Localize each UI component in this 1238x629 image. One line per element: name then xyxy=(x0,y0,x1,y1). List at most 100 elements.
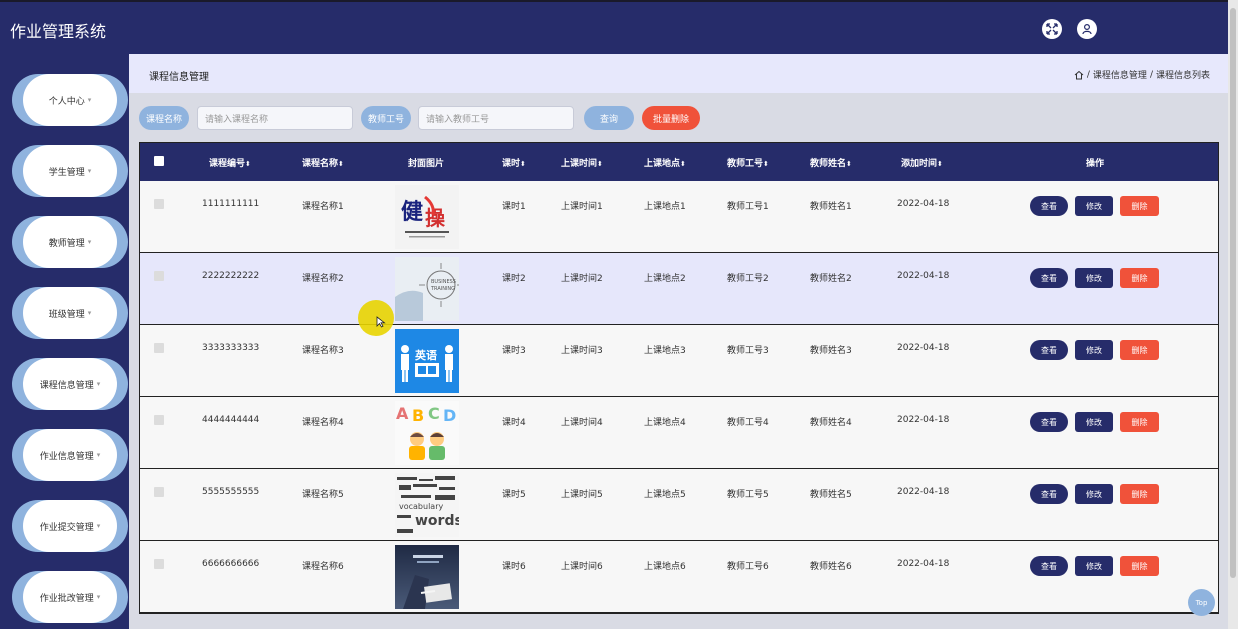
home-icon[interactable] xyxy=(1074,70,1084,80)
cell-teacher-name: 教师姓名3 xyxy=(810,346,852,356)
delete-button[interactable]: 删除 xyxy=(1120,268,1159,288)
sidebar-item-homework-info[interactable]: 作业信息管理 ▾ xyxy=(12,429,128,481)
sidebar-item-label: 作业提交管理 xyxy=(39,522,94,533)
sidebar-item-label: 作业批改管理 xyxy=(39,593,94,604)
cell-course-name: 课程名称3 xyxy=(302,346,344,356)
course-name-input[interactable]: 请输入课程名称 xyxy=(197,106,353,130)
course-cover-image xyxy=(395,545,459,609)
cell-teacher-name: 教师姓名2 xyxy=(810,274,852,284)
column-header-course-id[interactable]: 课程编号⬍ xyxy=(209,156,251,169)
cell-time: 上课时间5 xyxy=(561,490,603,500)
cell-time: 上课时间4 xyxy=(561,418,603,428)
svg-text:操: 操 xyxy=(425,206,446,230)
edit-button[interactable]: 修改 xyxy=(1075,196,1113,216)
cell-teacher-id: 教师工号6 xyxy=(727,562,769,572)
cell-time: 上课时间3 xyxy=(561,346,603,356)
sidebar-item-course-info[interactable]: 课程信息管理 ▾ xyxy=(12,358,128,410)
breadcrumb-item[interactable]: 课程信息管理 xyxy=(1093,68,1147,81)
chevron-down-icon: ▾ xyxy=(96,451,101,459)
delete-button[interactable]: 删除 xyxy=(1120,196,1159,216)
edit-button[interactable]: 修改 xyxy=(1075,340,1113,360)
sort-icon: ⬍ xyxy=(846,160,852,168)
chevron-down-icon: ▾ xyxy=(96,593,101,601)
sidebar-item-label: 作业信息管理 xyxy=(39,451,94,462)
svg-text:A: A xyxy=(396,404,409,423)
column-header-course-name[interactable]: 课程名称⬍ xyxy=(302,156,344,169)
cell-place: 上课地点2 xyxy=(644,274,686,284)
teacher-id-input[interactable]: 请输入教师工号 xyxy=(418,106,574,130)
row-checkbox[interactable] xyxy=(154,415,164,425)
view-button[interactable]: 查看 xyxy=(1030,268,1068,288)
edit-button[interactable]: 修改 xyxy=(1075,412,1113,432)
delete-button[interactable]: 删除 xyxy=(1120,556,1159,576)
cell-course-id: 6666666666 xyxy=(202,559,260,569)
view-button[interactable]: 查看 xyxy=(1030,484,1068,504)
breadcrumb-separator: / xyxy=(1149,69,1153,80)
svg-text:vocabulary: vocabulary xyxy=(399,502,443,511)
query-button[interactable]: 查询 xyxy=(584,106,634,130)
sidebar-item-label: 学生管理 xyxy=(48,167,85,178)
sort-icon: ⬍ xyxy=(937,160,943,168)
course-cover-image: vocabulary words xyxy=(395,473,459,537)
row-checkbox[interactable] xyxy=(154,199,164,209)
edit-button[interactable]: 修改 xyxy=(1075,268,1113,288)
cell-teacher-name: 教师姓名1 xyxy=(810,202,852,212)
edit-button[interactable]: 修改 xyxy=(1075,556,1113,576)
delete-button[interactable]: 删除 xyxy=(1120,484,1159,504)
row-checkbox[interactable] xyxy=(154,271,164,281)
cell-teacher-id: 教师工号4 xyxy=(727,418,769,428)
batch-delete-button[interactable]: 批量删除 xyxy=(642,106,700,130)
course-cover-image: BUSINESS TRAINING xyxy=(395,257,459,321)
sidebar-item-classes[interactable]: 班级管理 ▾ xyxy=(12,287,128,339)
sidebar-item-homework-submit[interactable]: 作业提交管理 ▾ xyxy=(12,500,128,552)
column-header-hours[interactable]: 课时⬍ xyxy=(502,156,526,169)
row-checkbox[interactable] xyxy=(154,559,164,569)
cell-course-id: 5555555555 xyxy=(202,487,260,497)
view-button[interactable]: 查看 xyxy=(1030,412,1068,432)
cell-hours: 课时2 xyxy=(502,274,526,284)
sidebar-item-personal-center[interactable]: 个人中心 ▾ xyxy=(12,74,128,126)
row-checkbox[interactable] xyxy=(154,487,164,497)
sidebar-item-label: 教师管理 xyxy=(48,238,85,249)
column-header-teacher-name[interactable]: 教师姓名⬍ xyxy=(810,156,852,169)
column-header-added[interactable]: 添加时间⬍ xyxy=(901,156,943,169)
column-header-time[interactable]: 上课时间⬍ xyxy=(561,156,603,169)
main-content: 课程信息管理 / 课程信息管理 / 课程信息列表 课程名称 请输入课程名称 教师… xyxy=(129,54,1228,629)
cell-hours: 课时5 xyxy=(502,490,526,500)
cell-added: 2022-04-18 xyxy=(897,415,950,425)
cell-added: 2022-04-18 xyxy=(897,199,950,209)
mouse-cursor-icon xyxy=(376,316,386,328)
cell-teacher-name: 教师姓名4 xyxy=(810,418,852,428)
column-header-place[interactable]: 上课地点⬍ xyxy=(644,156,686,169)
svg-text:BUSINESS: BUSINESS xyxy=(431,279,456,285)
cell-course-id: 1111111111 xyxy=(202,199,260,209)
sidebar-item-label: 个人中心 xyxy=(48,96,85,107)
sidebar-item-students[interactable]: 学生管理 ▾ xyxy=(12,145,128,197)
sidebar-item-teachers[interactable]: 教师管理 ▾ xyxy=(12,216,128,268)
sidebar-item-homework-grading[interactable]: 作业批改管理 ▾ xyxy=(12,571,128,623)
table-row: 3333333333 课程名称3 英语 课时3 上课时间3 上课地点3 教师工号… xyxy=(140,325,1218,397)
view-button[interactable]: 查看 xyxy=(1030,196,1068,216)
fullscreen-icon[interactable] xyxy=(1042,19,1062,39)
sidebar: 个人中心 ▾ 学生管理 ▾ 教师管理 ▾ 班级管理 ▾ 课程信息管理 ▾ 作业信息管理 ▾ … xyxy=(0,54,129,629)
back-to-top-button[interactable]: Top xyxy=(1188,589,1215,616)
select-all-checkbox[interactable] xyxy=(154,156,164,166)
column-header-teacher-id[interactable]: 教师工号⬍ xyxy=(727,156,769,169)
column-header-cover: 封面图片 xyxy=(408,159,445,169)
edit-button[interactable]: 修改 xyxy=(1075,484,1113,504)
cell-teacher-name: 教师姓名5 xyxy=(810,490,852,500)
sort-icon: ⬍ xyxy=(597,160,603,168)
delete-button[interactable]: 删除 xyxy=(1120,412,1159,432)
cell-hours: 课时4 xyxy=(502,418,526,428)
svg-text:健: 健 xyxy=(401,199,423,225)
page-header: 课程信息管理 / 课程信息管理 / 课程信息列表 xyxy=(129,54,1228,93)
view-button[interactable]: 查看 xyxy=(1030,340,1068,360)
user-icon[interactable] xyxy=(1077,19,1097,39)
column-header-actions: 操作 xyxy=(1086,159,1105,169)
page-scrollbar[interactable] xyxy=(1228,0,1238,629)
cell-place: 上课地点4 xyxy=(644,418,686,428)
scrollbar-thumb[interactable] xyxy=(1230,8,1236,578)
row-checkbox[interactable] xyxy=(154,343,164,353)
delete-button[interactable]: 删除 xyxy=(1120,340,1159,360)
view-button[interactable]: 查看 xyxy=(1030,556,1068,576)
